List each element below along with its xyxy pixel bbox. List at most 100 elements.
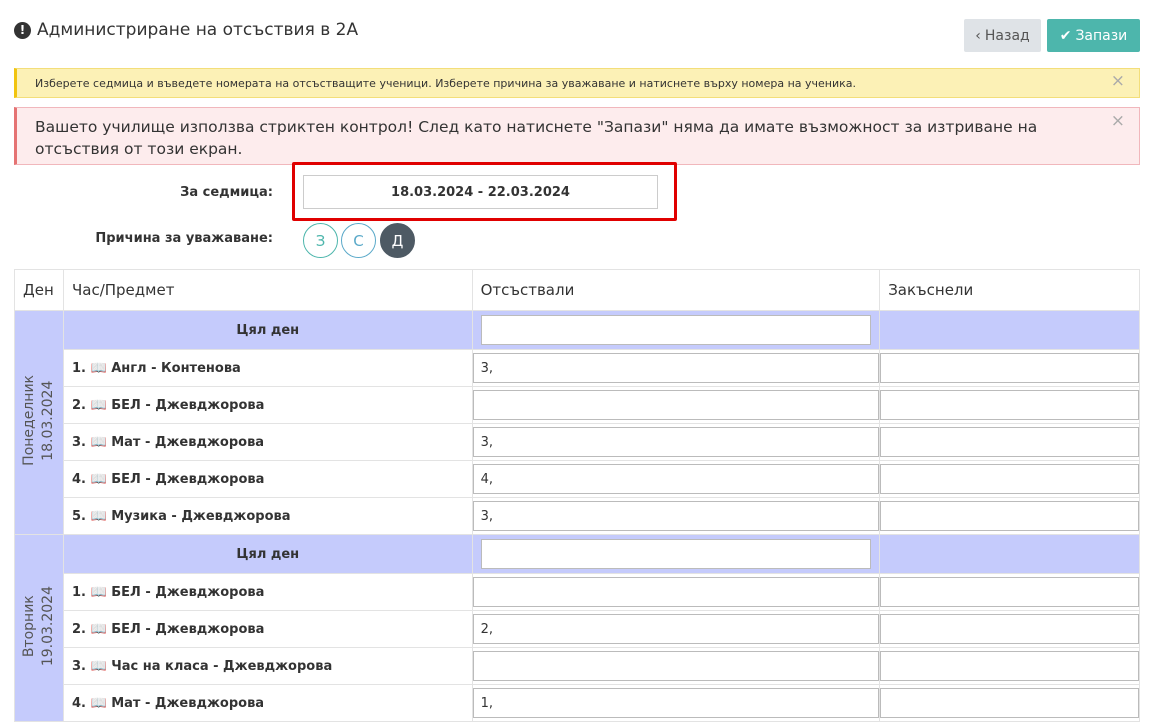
late-cell xyxy=(879,610,1140,648)
day-cell: Вторник 19.03.2024 xyxy=(14,534,64,722)
late-input[interactable] xyxy=(880,577,1139,607)
subject-cell: 3. 📖 Час на класа - Джевджорова xyxy=(62,647,473,685)
whole-day-late-cell xyxy=(879,310,1140,350)
late-cell xyxy=(879,573,1140,611)
reason-label: Причина за уважаване: xyxy=(95,231,273,246)
check-icon: ✔ xyxy=(1059,27,1072,44)
book-icon: 📖 xyxy=(90,434,107,450)
danger-alert: Вашето училище използва стриктен контрол… xyxy=(14,107,1140,165)
late-input[interactable] xyxy=(880,353,1139,383)
column-header-subject: Час/Предмет xyxy=(62,269,473,311)
close-icon[interactable]: × xyxy=(1111,71,1125,91)
whole-day-absent-input[interactable] xyxy=(480,315,872,345)
subject-cell: 4. 📖 БЕЛ - Джевджорова xyxy=(62,460,473,498)
absent-input[interactable]: 3, xyxy=(472,427,880,457)
absent-cell xyxy=(471,386,881,424)
whole-day-absent-cell xyxy=(471,310,881,350)
late-input[interactable] xyxy=(880,464,1139,494)
absent-input[interactable]: 3, xyxy=(472,353,880,383)
column-header-day: Ден xyxy=(14,269,64,311)
late-input[interactable] xyxy=(880,390,1139,420)
whole-day-absent-input[interactable] xyxy=(480,539,872,569)
subject-cell: 2. 📖 БЕЛ - Джевджорова xyxy=(62,386,473,424)
absent-cell xyxy=(471,573,881,611)
table-row: 4. 📖 БЕЛ - Джевджорова 4, xyxy=(15,460,1140,498)
late-cell xyxy=(879,684,1140,722)
whole-day-row: Понеделник 18.03.2024 Цял ден xyxy=(14,310,1140,535)
day-label: Понеделник 18.03.2024 xyxy=(20,375,56,466)
reason-button-d[interactable]: Д xyxy=(380,223,415,258)
day-cell: Понеделник 18.03.2024 xyxy=(14,310,64,535)
absent-cell: 4, xyxy=(471,460,881,498)
whole-day-late-cell xyxy=(879,534,1140,574)
whole-day-label: Цял ден xyxy=(62,534,473,574)
column-header-absent: Отсъствали xyxy=(471,269,881,311)
table-row: 3. 📖 Мат - Джевджорова 3, xyxy=(15,423,1140,461)
late-input[interactable] xyxy=(880,651,1139,681)
subject-cell: 1. 📖 Англ - Контенова xyxy=(62,349,473,387)
table-row: 1. 📖 БЕЛ - Джевджорова xyxy=(15,573,1140,611)
week-label: За седмица: xyxy=(180,185,273,200)
book-icon: 📖 xyxy=(90,471,107,487)
book-icon: 📖 xyxy=(90,658,107,674)
absent-input[interactable] xyxy=(472,651,880,681)
book-icon: 📖 xyxy=(90,397,107,413)
absent-cell: 3, xyxy=(471,423,881,461)
book-icon: 📖 xyxy=(90,360,107,376)
subject-cell: 4. 📖 Мат - Джевджорова xyxy=(62,684,473,722)
absent-input[interactable]: 1, xyxy=(472,688,880,718)
subject-cell: 5. 📖 Музика - Джевджорова xyxy=(62,497,473,535)
late-input[interactable] xyxy=(880,427,1139,457)
table-row: 2. 📖 БЕЛ - Джевджорова xyxy=(15,386,1140,424)
book-icon: 📖 xyxy=(90,508,107,524)
absent-input[interactable] xyxy=(472,390,880,420)
info-alert: Изберете седмица и въведете номерата на … xyxy=(14,68,1140,98)
day-label: Вторник 19.03.2024 xyxy=(20,585,56,667)
absent-cell: 3, xyxy=(471,349,881,387)
late-cell xyxy=(879,423,1140,461)
absent-cell: 3, xyxy=(471,497,881,535)
book-icon: 📖 xyxy=(90,584,107,600)
late-cell xyxy=(879,647,1140,685)
save-button[interactable]: ✔ Запази xyxy=(1047,19,1140,52)
late-cell xyxy=(879,497,1140,535)
back-button[interactable]: ‹ Назад xyxy=(964,19,1041,52)
table-row: 3. 📖 Час на класа - Джевджорова xyxy=(15,647,1140,685)
late-cell xyxy=(879,386,1140,424)
table-row: 1. 📖 Англ - Контенова 3, xyxy=(15,349,1140,387)
subject-cell: 2. 📖 БЕЛ - Джевджорова xyxy=(62,610,473,648)
absent-input[interactable]: 2, xyxy=(472,614,880,644)
absent-cell xyxy=(471,647,881,685)
reason-button-z[interactable]: З xyxy=(303,223,338,258)
page-title-text: Администриране на отсъствия в 2А xyxy=(37,20,359,40)
late-input[interactable] xyxy=(880,614,1139,644)
exclamation-circle-icon: ! xyxy=(14,21,31,39)
absent-cell: 1, xyxy=(471,684,881,722)
whole-day-row: Вторник 19.03.2024 Цял ден xyxy=(14,534,1140,722)
subject-cell: 3. 📖 Мат - Джевджорова xyxy=(62,423,473,461)
book-icon: 📖 xyxy=(90,695,107,711)
late-input[interactable] xyxy=(880,688,1139,718)
late-cell xyxy=(879,349,1140,387)
column-header-late: Закъснели xyxy=(879,269,1140,311)
absent-input[interactable]: 3, xyxy=(472,501,880,531)
absences-table: Ден Час/Предмет Отсъствали Закъснели Пон… xyxy=(14,269,1140,722)
highlight-box xyxy=(292,162,677,221)
whole-day-absent-cell xyxy=(471,534,881,574)
info-alert-text: Изберете седмица и въведете номерата на … xyxy=(35,77,856,90)
table-row: 5. 📖 Музика - Джевджорова 3, xyxy=(15,497,1140,535)
late-input[interactable] xyxy=(880,501,1139,531)
reason-button-s[interactable]: С xyxy=(341,223,376,258)
page-title: ! Администриране на отсъствия в 2А xyxy=(14,20,358,40)
table-header-row: Ден Час/Предмет Отсъствали Закъснели xyxy=(14,269,1140,311)
close-icon[interactable]: × xyxy=(1111,110,1125,132)
chevron-left-icon: ‹ xyxy=(975,27,981,44)
absent-input[interactable]: 4, xyxy=(472,464,880,494)
absent-input[interactable] xyxy=(472,577,880,607)
danger-alert-text: Вашето училище използва стриктен контрол… xyxy=(35,118,1038,158)
book-icon: 📖 xyxy=(90,621,107,637)
subject-cell: 1. 📖 БЕЛ - Джевджорова xyxy=(62,573,473,611)
table-row: 4. 📖 Мат - Джевджорова 1, xyxy=(15,684,1140,722)
whole-day-label: Цял ден xyxy=(62,310,473,350)
late-cell xyxy=(879,460,1140,498)
